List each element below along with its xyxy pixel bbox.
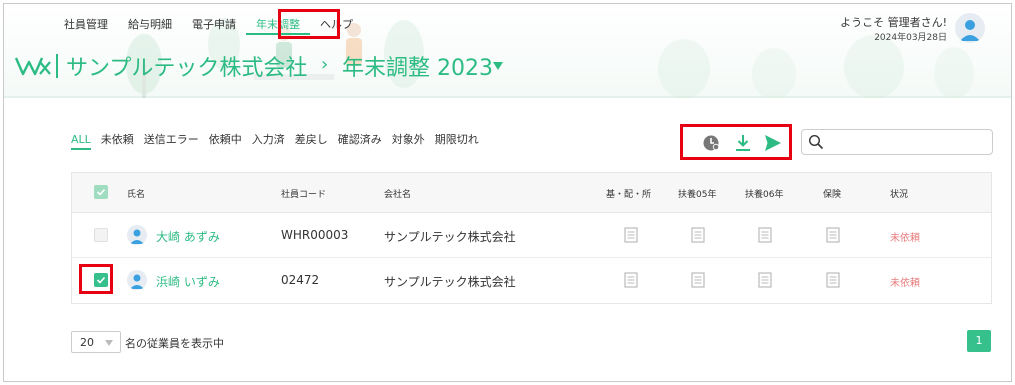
user-avatar-icon [960, 20, 980, 41]
page-title[interactable]: 年末調整 2023 [342, 50, 493, 82]
per-page-select[interactable]: 20 [71, 331, 121, 353]
employee-avatar [127, 270, 147, 290]
employee-name-link[interactable]: 浜崎 いずみ [156, 273, 220, 290]
action-toolbar [680, 124, 792, 160]
app-logo-icon [14, 57, 51, 76]
status-badge: 未依頼 [890, 278, 920, 289]
table-row: 大崎 あずみ WHR00003 サンプルテック株式会社 未依頼 [72, 213, 991, 258]
header-company: 会社名 [384, 190, 412, 200]
employee-name-link[interactable]: 大崎 あずみ [156, 228, 220, 245]
per-page-label: 名の従業員を表示中 [125, 337, 224, 350]
header-doc-dependents-05: 扶養05年 [678, 190, 717, 200]
table-header-row: 氏名 社員コード 会社名 基・配・所 扶養05年 扶養06年 保険 状況 [72, 173, 991, 213]
highlight-box-nav [278, 9, 340, 39]
filter-confirmed[interactable]: 確認済み [338, 130, 382, 150]
employee-code: 02472 [281, 273, 320, 287]
company-name-cell: サンプルテック株式会社 [384, 275, 516, 289]
header-doc-basic: 基・配・所 [606, 190, 652, 200]
status-filter-tabs: ALL 未依頼 送信エラー 依頼中 入力済 差戻し 確認済み 対象外 期限切れ [71, 130, 489, 150]
header-name: 氏名 [127, 190, 146, 200]
year-dropdown-caret-icon[interactable] [493, 62, 503, 70]
filter-requesting[interactable]: 依頼中 [209, 130, 242, 150]
employee-code: WHR00003 [281, 228, 349, 242]
header-doc-dependents-06: 扶養06年 [745, 190, 784, 200]
document-icon[interactable] [624, 272, 638, 288]
nav-item-payslip[interactable]: 給与明細 [118, 15, 182, 35]
filter-expired[interactable]: 期限切れ [435, 130, 479, 150]
document-icon[interactable] [691, 227, 705, 243]
filter-not-requested[interactable]: 未依頼 [101, 130, 134, 150]
current-date: 2024年03月28日 [874, 33, 947, 43]
logo-separator [56, 54, 58, 78]
person-icon [130, 274, 144, 289]
employee-table: 氏名 社員コード 会社名 基・配・所 扶養05年 扶養06年 保険 状況 大崎 … [71, 172, 992, 304]
download-icon[interactable] [733, 133, 753, 153]
document-icon[interactable] [758, 227, 772, 243]
filter-returned[interactable]: 差戻し [295, 130, 328, 150]
employee-avatar [127, 225, 147, 245]
company-name-cell: サンプルテック株式会社 [384, 230, 516, 244]
pagination-page-button[interactable]: 1 [967, 330, 991, 352]
header-employee-code: 社員コード [281, 190, 327, 200]
send-icon[interactable] [763, 133, 783, 153]
filter-all[interactable]: ALL [71, 130, 91, 150]
header: 社員管理 給与明細 電子申請 年末調整 ヘルプ ようこそ 管理者さん! 2024… [4, 4, 1011, 98]
header-status: 状況 [890, 190, 909, 200]
chevron-down-icon [105, 340, 113, 346]
filter-not-applicable[interactable]: 対象外 [392, 130, 425, 150]
breadcrumb-separator: › [321, 54, 329, 75]
user-avatar[interactable] [955, 13, 985, 43]
document-icon[interactable] [624, 227, 638, 243]
header-doc-insurance: 保険 [823, 190, 842, 200]
filter-send-error[interactable]: 送信エラー [144, 130, 199, 150]
document-icon[interactable] [758, 272, 772, 288]
highlight-box-checkbox [79, 264, 113, 294]
clock-icon[interactable] [702, 133, 722, 153]
per-page-value: 20 [80, 336, 94, 349]
search-input[interactable] [830, 133, 988, 151]
search-box [801, 129, 993, 155]
table-row: 浜崎 いずみ 02472 サンプルテック株式会社 未依頼 [72, 258, 991, 303]
welcome-text: ようこそ 管理者さん! [840, 16, 947, 29]
status-badge: 未依頼 [890, 233, 920, 244]
nav-item-employee[interactable]: 社員管理 [64, 15, 118, 35]
app-frame: 社員管理 給与明細 電子申請 年末調整 ヘルプ ようこそ 管理者さん! 2024… [3, 3, 1012, 382]
document-icon[interactable] [826, 272, 840, 288]
row-checkbox[interactable] [94, 228, 108, 242]
document-icon[interactable] [691, 272, 705, 288]
company-name: サンプルテック株式会社 [66, 56, 308, 81]
select-all-checkbox[interactable] [94, 185, 108, 199]
search-icon [808, 134, 824, 150]
filter-entered[interactable]: 入力済 [252, 130, 285, 150]
person-icon [130, 229, 144, 244]
document-icon[interactable] [826, 227, 840, 243]
nav-item-e-application[interactable]: 電子申請 [182, 15, 246, 35]
